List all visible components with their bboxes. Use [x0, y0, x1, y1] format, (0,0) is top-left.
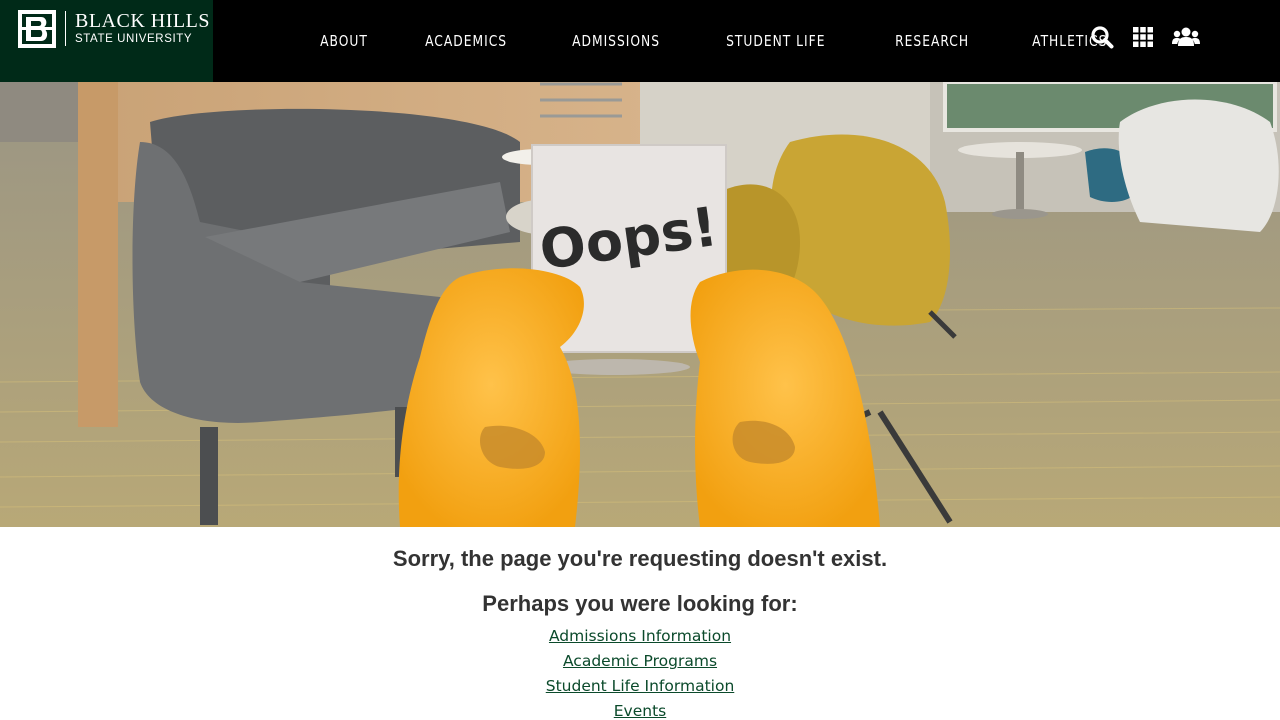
link-academic-programs[interactable]: Academic Programs	[0, 649, 1280, 674]
error-content: Sorry, the page you're requesting doesn'…	[0, 527, 1280, 720]
search-icon	[1091, 26, 1114, 49]
grid-apps-icon	[1133, 27, 1153, 47]
main-nav: ABOUT ACADEMICS ADMISSIONS STUDENT LIFE …	[307, 0, 1157, 82]
audience-button[interactable]	[1172, 26, 1200, 48]
error-headline: Sorry, the page you're requesting doesn'…	[392, 546, 888, 571]
site-header: BLACK HILLS STATE UNIVERSITY ABOUT ACADE…	[0, 0, 1280, 82]
nav-item-about[interactable]: ABOUT	[307, 32, 368, 50]
nav-item-student-life[interactable]: STUDENT LIFE	[713, 32, 825, 50]
hero-photo-illustration: Oops!	[0, 82, 1280, 527]
nav-item-admissions[interactable]: ADMISSIONS	[559, 32, 660, 50]
logo-name-line1: BLACK HILLS	[75, 10, 210, 32]
search-button[interactable]	[1090, 25, 1114, 49]
nav-item-research[interactable]: RESEARCH	[882, 32, 969, 50]
link-student-life-information[interactable]: Student Life Information	[0, 674, 1280, 699]
suggestion-links: Admissions Information Academic Programs…	[0, 624, 1280, 720]
logo-link[interactable]: BLACK HILLS STATE UNIVERSITY	[0, 0, 213, 82]
apps-button[interactable]	[1132, 26, 1154, 48]
header-tools	[1090, 25, 1218, 49]
suggestions-heading: Perhaps you were looking for:	[482, 591, 798, 616]
logo-divider	[65, 11, 66, 46]
nav-item-academics[interactable]: ACADEMICS	[412, 32, 507, 50]
users-group-icon	[1172, 27, 1200, 46]
link-admissions-information[interactable]: Admissions Information	[0, 624, 1280, 649]
bh-monogram-icon	[18, 10, 56, 48]
logo-name-line2: STATE UNIVERSITY	[75, 33, 193, 45]
link-events[interactable]: Events	[0, 699, 1280, 720]
hero-image: Oops!	[0, 82, 1280, 527]
